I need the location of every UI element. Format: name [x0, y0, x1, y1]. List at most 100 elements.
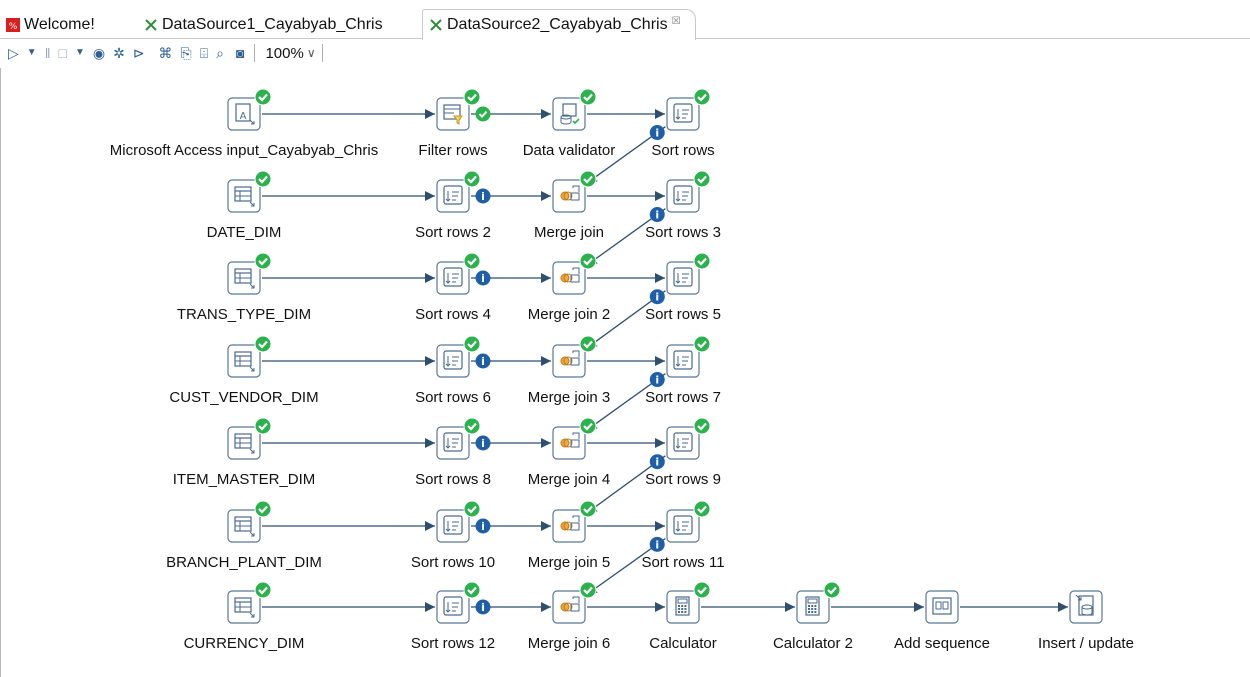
- step-cust-vendor-dim[interactable]: [227, 335, 272, 378]
- step-label: Sort rows 10: [410, 554, 496, 571]
- step-ok-icon: [463, 417, 481, 435]
- step-sort-rows-4[interactable]: [436, 252, 481, 295]
- transformation-canvas[interactable]: i i i i i i i i i i i i A Microsoft Access input_Cay…: [0, 68, 1250, 677]
- step-merge-join-6[interactable]: [552, 581, 597, 624]
- hop-sort_rows_10-to-merge_join_5[interactable]: i: [471, 518, 551, 534]
- step-insert-update[interactable]: [1069, 590, 1103, 624]
- explore-db-icon[interactable]: ⌕: [216, 42, 224, 64]
- step-ok-icon: [579, 500, 597, 518]
- step-label: Sort rows: [651, 142, 715, 159]
- run-dropdown-icon[interactable]: ▼: [27, 42, 37, 64]
- impact-icon[interactable]: ⎘: [181, 42, 192, 64]
- step-item-master-dim[interactable]: [227, 417, 272, 460]
- step-sort-rows[interactable]: [666, 88, 711, 131]
- step-sort-rows-5[interactable]: [666, 252, 711, 295]
- step-access-input[interactable]: A: [227, 88, 272, 131]
- hop-info-icon: i: [649, 536, 665, 552]
- run-icon[interactable]: ▷: [8, 42, 19, 64]
- step-ok-icon: [693, 252, 711, 270]
- editor-tab-bar: % Welcome! DataSource1_Cayabyab_Chris Da…: [0, 0, 1250, 40]
- tab-label: Welcome!: [24, 16, 95, 33]
- tab-welcome[interactable]: % Welcome!: [6, 12, 95, 38]
- sql-icon[interactable]: ⌹: [200, 42, 208, 64]
- step-merge-join-3[interactable]: [552, 335, 597, 378]
- step-ok-icon: [579, 581, 597, 599]
- step-calculator-2[interactable]: [796, 581, 841, 624]
- step-date-dim[interactable]: [227, 170, 272, 213]
- transformation-toolbar: ▷ ▼ ‖ □ ▼ ◉ ✲ ⊳ ⌘ ⎘ ⌹ ⌕ ◙ 100% ∨: [0, 40, 1250, 66]
- svg-text:i: i: [655, 538, 659, 551]
- hop-info-icon: i: [649, 454, 665, 470]
- hop-info-icon: i: [649, 207, 665, 223]
- step-calculator[interactable]: [666, 581, 711, 624]
- step-filter-rows[interactable]: [436, 88, 481, 131]
- stop-dropdown-icon[interactable]: ▼: [75, 42, 85, 64]
- hop-filter_rows-to-data_validator[interactable]: [471, 106, 551, 122]
- svg-text:i: i: [481, 272, 485, 285]
- step-sort-rows-12[interactable]: [436, 581, 481, 624]
- step-sort-rows-8[interactable]: [436, 417, 481, 460]
- tab-label: DataSource1_Cayabyab_Chris: [162, 16, 383, 33]
- preview-icon[interactable]: ◉: [93, 42, 105, 64]
- close-tab-icon[interactable]: ☒: [672, 16, 681, 27]
- show-results-icon[interactable]: ◙: [236, 42, 244, 64]
- step-data-validator[interactable]: [552, 88, 597, 131]
- step-label: BRANCH_PLANT_DIM: [166, 554, 322, 571]
- stop-icon[interactable]: □: [58, 42, 66, 64]
- step-sort-rows-7[interactable]: [666, 335, 711, 378]
- tab-datasource1[interactable]: DataSource1_Cayabyab_Chris: [144, 12, 383, 38]
- step-label: Merge join 6: [527, 635, 611, 652]
- step-ok-icon: [693, 335, 711, 353]
- step-sort-rows-6[interactable]: [436, 335, 481, 378]
- step-ok-icon: [579, 252, 597, 270]
- replay-icon[interactable]: ⊳: [133, 42, 145, 64]
- svg-text:i: i: [655, 209, 659, 222]
- step-ok-icon: [463, 335, 481, 353]
- hop-sort_rows_4-to-merge_join_2[interactable]: i: [471, 270, 551, 286]
- step-ok-icon: [254, 252, 272, 270]
- step-merge-join-4[interactable]: [552, 417, 597, 460]
- verify-icon[interactable]: ⌘: [159, 42, 173, 64]
- hop-sort_rows_6-to-merge_join_3[interactable]: i: [471, 353, 551, 369]
- svg-text:i: i: [481, 437, 485, 450]
- step-sort-rows-3[interactable]: [666, 170, 711, 213]
- step-ok-icon: [693, 170, 711, 188]
- chevron-down-icon[interactable]: ∨: [307, 46, 316, 60]
- transformation-graph: i i i i i i i i i i i i A: [227, 88, 1103, 624]
- step-label: Calculator 2: [772, 635, 854, 652]
- welcome-icon: %: [6, 18, 20, 32]
- zoom-select[interactable]: 100%: [265, 45, 303, 62]
- hop-sort_rows_2-to-merge_join[interactable]: i: [471, 188, 551, 204]
- step-currency-dim[interactable]: [227, 581, 272, 624]
- step-ok-icon: [254, 500, 272, 518]
- step-label: DATE_DIM: [206, 224, 282, 241]
- hop-sort_rows_8-to-merge_join_4[interactable]: i: [471, 435, 551, 451]
- step-sort-rows-11[interactable]: [666, 500, 711, 543]
- step-branch-plant-dim[interactable]: [227, 500, 272, 543]
- step-trans-type-dim[interactable]: [227, 252, 272, 295]
- svg-text:%: %: [9, 22, 18, 32]
- hop-info-icon: i: [475, 435, 491, 451]
- step-ok-icon: [463, 252, 481, 270]
- step-sort-rows-9[interactable]: [666, 417, 711, 460]
- step-merge-join-2[interactable]: [552, 252, 597, 295]
- step-add-sequence[interactable]: [925, 590, 959, 624]
- pause-icon[interactable]: ‖: [45, 42, 51, 64]
- svg-text:i: i: [655, 456, 659, 469]
- step-ok-icon: [579, 88, 597, 106]
- debug-icon[interactable]: ✲: [113, 42, 125, 64]
- step-merge-join[interactable]: [552, 170, 597, 213]
- step-sort-rows-2[interactable]: [436, 170, 481, 213]
- tab-datasource2[interactable]: DataSource2_Cayabyab_Chris ☒: [422, 9, 696, 40]
- step-ok-icon: [254, 417, 272, 435]
- step-label: Filter rows: [418, 142, 488, 159]
- step-label: Insert / update: [1038, 635, 1134, 652]
- step-ok-icon: [254, 170, 272, 188]
- svg-text:i: i: [481, 520, 485, 533]
- step-label: TRANS_TYPE_DIM: [176, 306, 312, 323]
- step-merge-join-5[interactable]: [552, 500, 597, 543]
- step-ok-icon: [693, 500, 711, 518]
- step-label: Merge join 3: [527, 389, 611, 406]
- step-sort-rows-10[interactable]: [436, 500, 481, 543]
- hop-sort_rows_12-to-merge_join_6[interactable]: i: [471, 599, 551, 615]
